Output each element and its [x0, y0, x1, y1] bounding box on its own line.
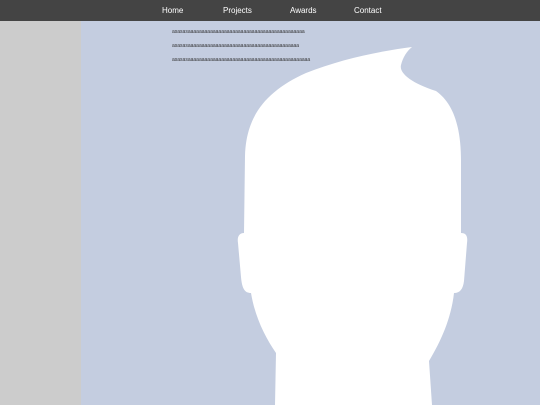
left-sidebar [0, 21, 81, 405]
nav-link-contact[interactable]: Contact [354, 0, 382, 21]
nav-link-awards[interactable]: Awards [290, 0, 317, 21]
top-nav-bar: Home Projects Awards Contact [0, 0, 540, 21]
text-line-2: asasasaaaaaaaaaaaaaaaaaaaaaaaaaaaaaaaaaa… [172, 43, 300, 49]
nav-link-home[interactable]: Home [162, 0, 183, 21]
default-profile-silhouette-icon [237, 47, 468, 405]
text-line-1: asasasaaaaaaaaaaaaaaaaaaaaaaaaaaaaaaaaaa… [172, 29, 305, 35]
text-line-3: asasasaaaaaaaaaaaaaaaaaaaaaaaaaaaaaaaaaa… [172, 57, 311, 63]
main-content-area: asasasaaaaaaaaaaaaaaaaaaaaaaaaaaaaaaaaaa… [81, 21, 540, 405]
nav-link-projects[interactable]: Projects [223, 0, 252, 21]
